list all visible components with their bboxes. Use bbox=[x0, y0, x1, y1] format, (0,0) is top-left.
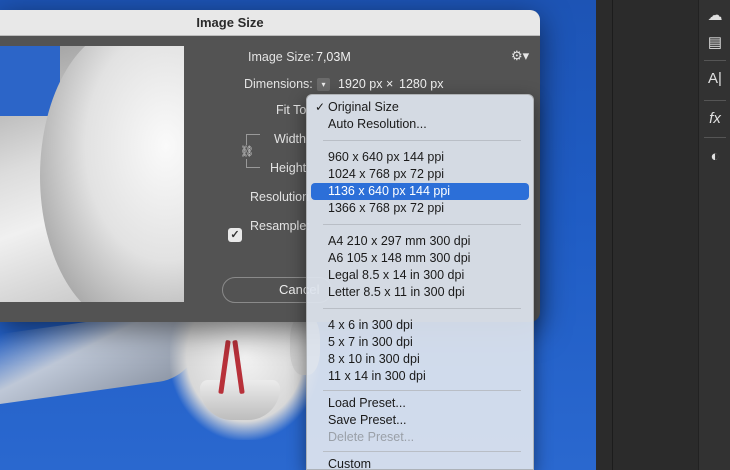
adjustments-icon[interactable]: ◐ bbox=[704, 146, 726, 168]
panel-separator bbox=[704, 60, 726, 61]
creative-cloud-icon[interactable]: ☁ bbox=[704, 5, 726, 27]
menu-item-preset[interactable]: 5 x 7 in 300 dpi bbox=[311, 334, 529, 351]
effects-icon[interactable]: fx bbox=[704, 108, 726, 130]
panel-separator bbox=[704, 100, 726, 101]
resample-label: Resample: bbox=[250, 219, 310, 233]
menu-item-preset[interactable]: 8 x 10 in 300 dpi bbox=[311, 351, 529, 368]
character-icon[interactable]: A| bbox=[704, 68, 726, 90]
fit-to-label: Fit To bbox=[276, 103, 307, 117]
resample-checkbox[interactable]: ✓ bbox=[228, 228, 242, 242]
menu-item-save-preset[interactable]: Save Preset... bbox=[311, 412, 529, 429]
panel-divider bbox=[612, 0, 613, 470]
gear-icon[interactable]: ⚙▾ bbox=[511, 48, 529, 64]
menu-separator bbox=[323, 140, 521, 141]
menu-separator bbox=[323, 308, 521, 309]
image-size-value: 7,03M bbox=[316, 50, 351, 64]
menu-item-load-preset[interactable]: Load Preset... bbox=[311, 395, 529, 412]
height-label: Height bbox=[270, 161, 307, 175]
menu-separator bbox=[323, 390, 521, 391]
dimensions-height-value: 1280 px bbox=[399, 77, 444, 91]
menu-separator bbox=[323, 451, 521, 452]
menu-item-custom[interactable]: Custom bbox=[311, 456, 529, 470]
menu-item-preset[interactable]: 960 x 640 px 144 ppi bbox=[311, 149, 529, 166]
dialog-titlebar[interactable]: Image Size bbox=[0, 10, 540, 36]
gull-legs-image bbox=[218, 339, 246, 400]
menu-item-preset[interactable]: Letter 8.5 x 11 in 300 dpi bbox=[311, 284, 529, 301]
menu-item-original-size[interactable]: ✓ Original Size bbox=[311, 99, 529, 116]
menu-separator bbox=[323, 224, 521, 225]
resolution-label: Resolution bbox=[250, 190, 310, 204]
menu-item-preset-highlighted[interactable]: 1136 x 640 px 144 ppi bbox=[311, 183, 529, 200]
width-label: Width bbox=[274, 132, 306, 146]
image-size-label: Image Size: bbox=[248, 50, 315, 64]
fit-to-menu: ✓ Original Size Auto Resolution... 960 x… bbox=[306, 94, 534, 470]
menu-item-preset[interactable]: Legal 8.5 x 14 in 300 dpi bbox=[311, 267, 529, 284]
menu-item-preset[interactable]: A6 105 x 148 mm 300 dpi bbox=[311, 250, 529, 267]
panel-separator bbox=[704, 137, 726, 138]
image-preview[interactable] bbox=[0, 46, 184, 302]
menu-item-auto-resolution[interactable]: Auto Resolution... bbox=[311, 116, 529, 133]
menu-item-preset[interactable]: 1024 x 768 px 72 ppi bbox=[311, 166, 529, 183]
libraries-icon[interactable]: ▤ bbox=[704, 32, 726, 54]
menu-item-delete-preset: Delete Preset... bbox=[328, 430, 415, 444]
dialog-title: Image Size bbox=[196, 15, 264, 30]
dimensions-label: Dimensions: bbox=[244, 77, 313, 91]
menu-item-preset[interactable]: 11 x 14 in 300 dpi bbox=[311, 368, 529, 385]
check-icon: ✓ bbox=[315, 100, 326, 114]
dimensions-width-value: 1920 px bbox=[338, 77, 383, 91]
menu-item-preset[interactable]: 4 x 6 in 300 dpi bbox=[311, 317, 529, 334]
preview-wing bbox=[40, 46, 184, 302]
menu-item-preset[interactable]: 1366 x 768 px 72 ppi bbox=[311, 200, 529, 217]
menu-item-preset[interactable]: A4 210 x 297 mm 300 dpi bbox=[311, 233, 529, 250]
dimensions-times: × bbox=[386, 77, 394, 91]
link-icon[interactable]: ⛓ bbox=[240, 145, 254, 159]
dimensions-unit-dropdown[interactable]: ▾ bbox=[317, 78, 330, 91]
